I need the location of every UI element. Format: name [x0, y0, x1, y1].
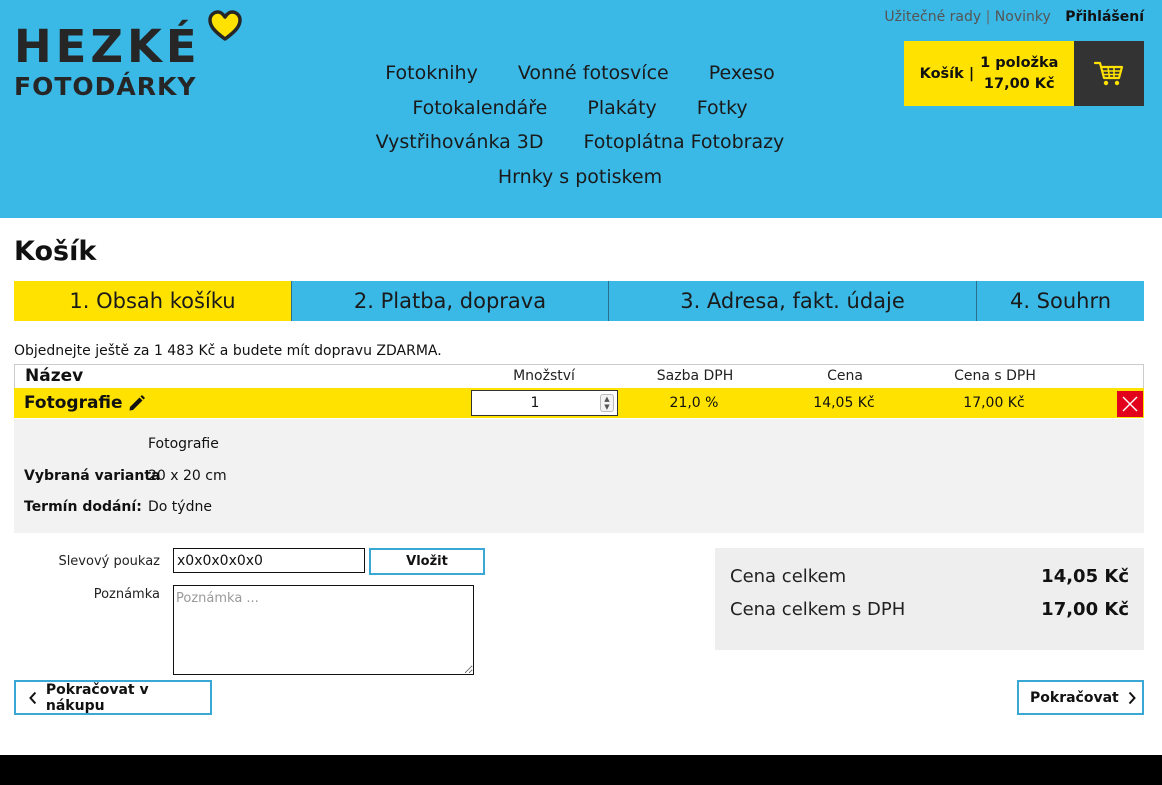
quantity-value: 1 — [530, 395, 540, 411]
detail-product: Fotografie — [148, 436, 219, 452]
nav-item-fotky[interactable]: Fotky — [697, 91, 748, 126]
note-textarea[interactable] — [173, 585, 474, 675]
logo-text-bottom: FOTODÁRKY — [14, 72, 197, 101]
mini-cart[interactable]: Košík | 1 položka 17,00 Kč — [904, 41, 1144, 106]
tips-link[interactable]: Užitečné rady — [884, 9, 981, 25]
header-name: Název — [25, 366, 84, 386]
login-link[interactable]: Přihlášení — [1065, 9, 1144, 25]
item-price-vat: 17,00 Kč — [963, 395, 1025, 411]
header-price-vat: Cena s DPH — [954, 368, 1036, 384]
checkout-steps: 1. Obsah košíku 2. Platba, doprava 3. Ad… — [14, 281, 1144, 321]
news-link[interactable]: Novinky — [995, 9, 1051, 25]
total-value: 14,05 Kč — [1041, 566, 1129, 587]
table-row: Fotografie 1 ▲ ▼ 21,0 % 14,05 Kč 17,00 Kč — [14, 388, 1144, 418]
cart-table: Název Množství Sazba DPH Cena Cena s DPH… — [14, 364, 1144, 418]
top-links: Užitečné rady | Novinky Přihlášení — [884, 9, 1144, 25]
continue-button[interactable]: Pokračovat — [1017, 680, 1144, 715]
nav-item-plakaty[interactable]: Plakáty — [587, 91, 656, 126]
nav-row: Fotokalendáře Plakáty Fotky — [350, 91, 810, 126]
cart-icon — [1094, 61, 1124, 85]
header-vat-rate: Sazba DPH — [656, 368, 734, 384]
nav-item-fotoplatna[interactable]: Fotoplátna Fotobrazy — [584, 125, 785, 160]
heart-icon — [208, 10, 242, 41]
nav-row: Vystřihovánka 3D Fotoplátna Fotobrazy — [350, 125, 810, 160]
item-name: Fotografie — [24, 393, 123, 413]
continue-label: Pokračovat — [1030, 689, 1119, 706]
cart-button[interactable] — [1074, 41, 1144, 106]
header-quantity: Množství — [513, 368, 575, 384]
nav-item-fotokalendare[interactable]: Fotokalendáře — [412, 91, 547, 126]
mini-cart-title: Košík | — [919, 65, 975, 82]
close-icon — [1122, 396, 1138, 412]
site-logo[interactable]: HEZKÉ FOTODÁRKY — [14, 10, 244, 102]
step-payment-shipping[interactable]: 2. Platba, doprava — [292, 281, 609, 321]
coupon-label: Slevový poukaz — [58, 554, 160, 569]
nav-item-fotoknihy[interactable]: Fotoknihy — [385, 56, 478, 91]
mini-cart-detail: 1 položka 17,00 Kč — [980, 53, 1058, 95]
item-details: Fotografie Vybraná varianta 20 x 20 cm T… — [14, 419, 1144, 533]
site-header: HEZKÉ FOTODÁRKY Užitečné rady | Novinky … — [0, 0, 1162, 218]
item-vat-rate: 21,0 % — [669, 395, 719, 411]
apply-coupon-button[interactable]: Vložit — [369, 548, 485, 575]
top-links-separator: | — [985, 9, 991, 25]
nav-item-hrnky[interactable]: Hrnky s potiskem — [498, 160, 662, 195]
main-navigation: Fotoknihy Vonné fotosvíce Pexeso Fotokalen… — [350, 56, 810, 194]
nav-row: Fotoknihy Vonné fotosvíce Pexeso — [350, 56, 810, 91]
detail-delivery-value: Do týdne — [148, 499, 212, 515]
detail-delivery-label: Termín dodání: — [24, 499, 142, 515]
nav-item-pexeso[interactable]: Pexeso — [709, 56, 775, 91]
item-price: 14,05 Kč — [813, 395, 875, 411]
spinner-icon[interactable]: ▲ ▼ — [600, 394, 614, 412]
continue-shopping-label: Pokračovat v nákupu — [45, 681, 149, 714]
step-summary[interactable]: 4. Souhrn — [977, 281, 1144, 321]
total-vat-label: Cena celkem s DPH — [730, 599, 906, 620]
total-vat-value: 17,00 Kč — [1041, 599, 1129, 620]
order-summary: Cena celkem 14,05 Kč Cena celkem s DPH 1… — [715, 548, 1144, 650]
chevron-left-icon — [29, 691, 37, 704]
mini-cart-info[interactable]: Košík | 1 položka 17,00 Kč — [904, 41, 1074, 106]
mini-cart-total: 17,00 Kč — [983, 75, 1055, 92]
step-address[interactable]: 3. Adresa, fakt. údaje — [609, 281, 977, 321]
pencil-icon[interactable] — [128, 394, 146, 412]
nav-item-fotosvice[interactable]: Vonné fotosvíce — [518, 56, 669, 91]
total-label: Cena celkem — [730, 566, 847, 587]
logo-text-top: HEZKÉ — [14, 20, 201, 73]
continue-shopping-button[interactable]: Pokračovat v nákupu — [14, 680, 212, 715]
mini-cart-count: 1 položka — [980, 54, 1059, 71]
site-footer — [0, 755, 1162, 785]
remove-item-button[interactable] — [1117, 391, 1143, 417]
nav-row: Hrnky s potiskem — [350, 160, 810, 195]
quantity-stepper[interactable]: 1 ▲ ▼ — [471, 390, 618, 416]
free-shipping-notice: Objednejte ještě za 1 483 Kč a budete mí… — [14, 343, 442, 359]
coupon-input[interactable] — [173, 548, 365, 573]
note-label: Poznámka — [93, 587, 160, 602]
detail-variant-label: Vybraná varianta — [24, 468, 161, 484]
cart-table-header: Název Množství Sazba DPH Cena Cena s DPH — [14, 364, 1144, 388]
header-price: Cena — [827, 368, 863, 384]
detail-variant-value: 20 x 20 cm — [148, 468, 227, 484]
chevron-right-icon — [1128, 691, 1136, 704]
page-title: Košík — [14, 236, 97, 267]
nav-item-vystrihovanka[interactable]: Vystřihovánka 3D — [376, 125, 544, 160]
step-cart-content[interactable]: 1. Obsah košíku — [14, 281, 292, 321]
